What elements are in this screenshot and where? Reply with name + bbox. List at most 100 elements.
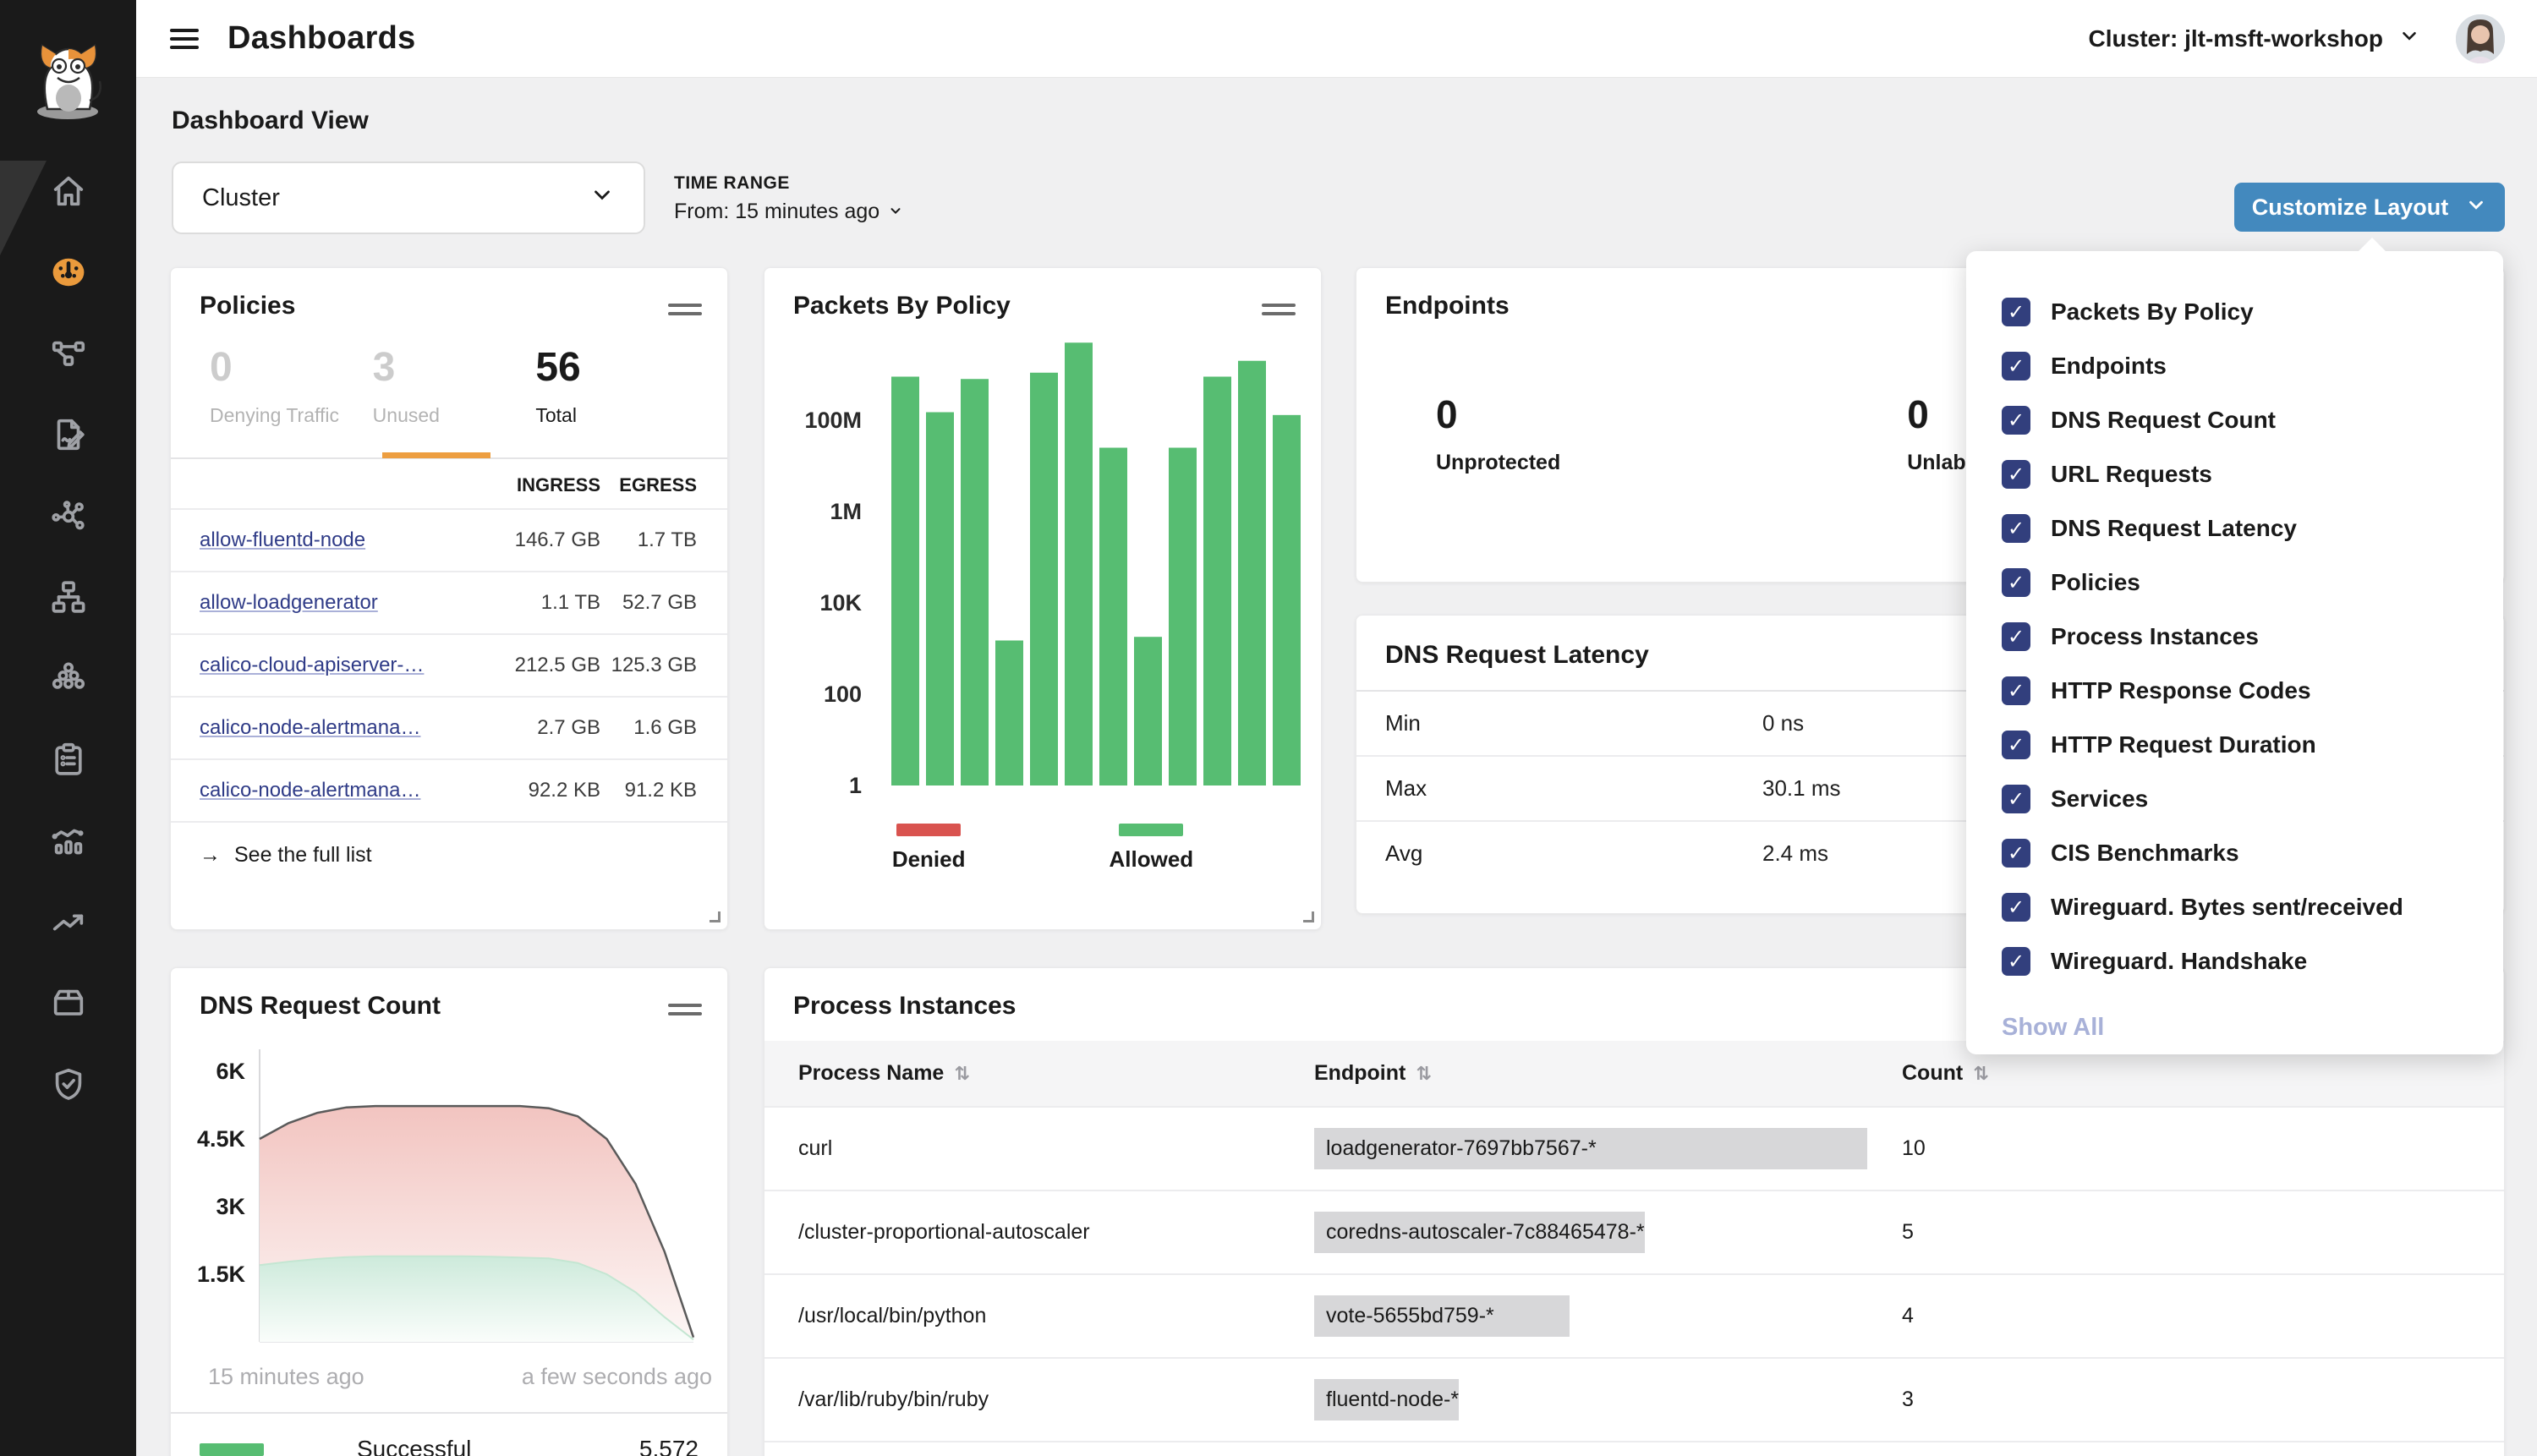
policy-link[interactable]: allow-fluentd-node <box>200 528 365 551</box>
drag-handle-icon[interactable] <box>1262 298 1296 320</box>
policies-card-title: Policies <box>200 292 295 320</box>
nav-statistics[interactable] <box>0 802 136 883</box>
checkbox-checked-icon[interactable]: ✓ <box>2002 514 2030 543</box>
packets-by-policy-card: Packets By Policy 110010K1M100M Denied A… <box>764 267 1322 930</box>
nav-network[interactable] <box>0 477 136 558</box>
sort-icon[interactable]: ⇅ <box>954 1063 969 1085</box>
menu-item-endpoints[interactable]: ✓Endpoints <box>2002 339 2503 393</box>
nav-home[interactable] <box>0 152 136 233</box>
menu-item-cis-benchmarks[interactable]: ✓CIS Benchmarks <box>2002 826 2503 880</box>
menu-item-wireguard-bytes[interactable]: ✓Wireguard. Bytes sent/received <box>2002 880 2503 934</box>
table-row: allow-fluentd-node 146.7 GB 1.7 TB <box>171 509 727 572</box>
menu-item-http-response-codes[interactable]: ✓HTTP Response Codes <box>2002 664 2503 718</box>
menu-item-wireguard-handshake[interactable]: ✓Wireguard. Handshake <box>2002 934 2503 988</box>
stats-chart-icon <box>49 821 88 864</box>
time-range-value[interactable]: From: 15 minutes ago <box>674 200 903 224</box>
show-all-link[interactable]: Show All <box>2002 1014 2503 1042</box>
process-name-column-header[interactable]: Process Name⇅ <box>764 1041 1314 1107</box>
cluster-selector-label: Cluster: jlt-msft-workshop <box>2089 25 2383 52</box>
trending-up-icon <box>49 902 88 945</box>
policy-link[interactable]: calico-node-alertmana… <box>200 779 420 802</box>
svg-text:1M: 1M <box>830 499 862 524</box>
checkbox-checked-icon[interactable]: ✓ <box>2002 731 2030 759</box>
stat-unprotected: 0 Unprotected <box>1436 391 1560 475</box>
chevron-down-icon <box>589 182 615 214</box>
cluster-selector[interactable]: Cluster: jlt-msft-workshop <box>2089 25 2420 52</box>
nav-clusters[interactable] <box>0 639 136 720</box>
drag-handle-icon[interactable] <box>668 298 702 320</box>
checkbox-checked-icon[interactable]: ✓ <box>2002 460 2030 489</box>
see-full-list-link[interactable]: → See the full list <box>171 821 727 868</box>
egress-column-header[interactable]: EGRESS <box>600 459 727 509</box>
checkbox-checked-icon[interactable]: ✓ <box>2002 568 2030 597</box>
checkbox-checked-icon[interactable]: ✓ <box>2002 785 2030 813</box>
stat-denying-traffic[interactable]: 0 Denying Traffic <box>210 344 373 427</box>
checkbox-checked-icon[interactable]: ✓ <box>2002 893 2030 922</box>
nav-security[interactable] <box>0 1045 136 1126</box>
page-title: Dashboards <box>227 20 416 57</box>
checkbox-checked-icon[interactable]: ✓ <box>2002 622 2030 651</box>
shield-check-icon <box>49 1065 88 1108</box>
time-range-control: TIME RANGE From: 15 minutes ago <box>674 173 903 224</box>
nav-policies[interactable] <box>0 396 136 477</box>
menu-item-http-request-duration[interactable]: ✓HTTP Request Duration <box>2002 718 2503 772</box>
table-row: calico-node-alertmana… 2.7 GB 1.6 GB <box>171 697 727 759</box>
sidebar <box>0 0 136 1456</box>
nav-packages[interactable] <box>0 964 136 1045</box>
endpoint-chip: vote-5655bd759-* <box>1314 1295 1570 1337</box>
menu-item-dns-request-latency[interactable]: ✓DNS Request Latency <box>2002 501 2503 556</box>
checkbox-checked-icon[interactable]: ✓ <box>2002 352 2030 380</box>
customize-layout-button[interactable]: Customize Layout <box>2234 183 2505 232</box>
endpoint-column-header[interactable]: Endpoint⇅ <box>1314 1041 1902 1107</box>
policy-link[interactable]: calico-node-alertmana… <box>200 716 420 739</box>
nav-endpoints[interactable] <box>0 558 136 639</box>
nav-compliance[interactable] <box>0 720 136 802</box>
chevron-down-icon <box>888 200 903 224</box>
checkbox-checked-icon[interactable]: ✓ <box>2002 676 2030 705</box>
menu-item-process-instances[interactable]: ✓Process Instances <box>2002 610 2503 664</box>
menu-item-packets-by-policy[interactable]: ✓Packets By Policy <box>2002 285 2503 339</box>
policy-link[interactable]: calico-cloud-apiserver-… <box>200 654 424 676</box>
menu-item-services[interactable]: ✓Services <box>2002 772 2503 826</box>
table-row: /cluster-proportional-autoscaler coredns… <box>764 1191 2504 1274</box>
endpoint-chip: fluentd-node-* <box>1314 1379 1459 1420</box>
dashboard-view-select[interactable]: Cluster <box>172 161 645 234</box>
customize-layout-menu: ✓Packets By Policy ✓Endpoints ✓DNS Reque… <box>1966 251 2503 1054</box>
resize-handle[interactable] <box>1303 911 1314 922</box>
sitemap-icon <box>49 577 88 621</box>
checkbox-checked-icon[interactable]: ✓ <box>2002 947 2030 976</box>
menu-item-dns-request-count[interactable]: ✓DNS Request Count <box>2002 393 2503 447</box>
menu-toggle-button[interactable] <box>170 24 204 54</box>
dashboard-view-value: Cluster <box>202 184 280 212</box>
dashboard-gauge-icon <box>49 253 88 296</box>
menu-item-url-requests[interactable]: ✓URL Requests <box>2002 447 2503 501</box>
top-header: Dashboards Cluster: jlt-msft-workshop <box>136 0 2537 78</box>
menu-item-policies[interactable]: ✓Policies <box>2002 556 2503 610</box>
sort-icon[interactable]: ⇅ <box>1416 1063 1431 1085</box>
svg-text:3K: 3K <box>216 1194 245 1219</box>
calico-cat-logo[interactable] <box>22 20 115 126</box>
checkbox-checked-icon[interactable]: ✓ <box>2002 839 2030 868</box>
nav-service-graph[interactable] <box>0 315 136 396</box>
policy-edit-icon <box>49 415 88 458</box>
legend-denied[interactable]: Denied <box>892 824 966 873</box>
stat-total[interactable]: 56 Total <box>535 344 699 427</box>
ingress-column-header[interactable]: INGRESS <box>465 459 600 509</box>
checkbox-checked-icon[interactable]: ✓ <box>2002 406 2030 435</box>
user-avatar[interactable] <box>2456 14 2505 63</box>
stat-unused[interactable]: 3 Unused <box>373 344 536 427</box>
policy-link[interactable]: allow-loadgenerator <box>200 591 378 614</box>
chevron-down-icon <box>2465 194 2487 222</box>
endpoints-card-title: Endpoints <box>1385 292 1510 320</box>
dns-legend-row[interactable]: Successful 5,572 <box>171 1412 727 1456</box>
drag-handle-icon[interactable] <box>668 999 702 1021</box>
nav-dashboards-active[interactable] <box>0 233 136 315</box>
nav-threats[interactable] <box>0 883 136 964</box>
checkbox-checked-icon[interactable]: ✓ <box>2002 298 2030 326</box>
legend-allowed[interactable]: Allowed <box>1110 824 1194 873</box>
process-instances-table: Process Name⇅ Endpoint⇅ Count⇅ curl load… <box>764 1041 2504 1456</box>
sort-icon[interactable]: ⇅ <box>1973 1063 1988 1085</box>
successful-swatch <box>200 1443 264 1456</box>
policies-card: Policies 0 Denying Traffic 3 Unused 56 T… <box>170 267 728 930</box>
resize-handle[interactable] <box>710 911 721 922</box>
